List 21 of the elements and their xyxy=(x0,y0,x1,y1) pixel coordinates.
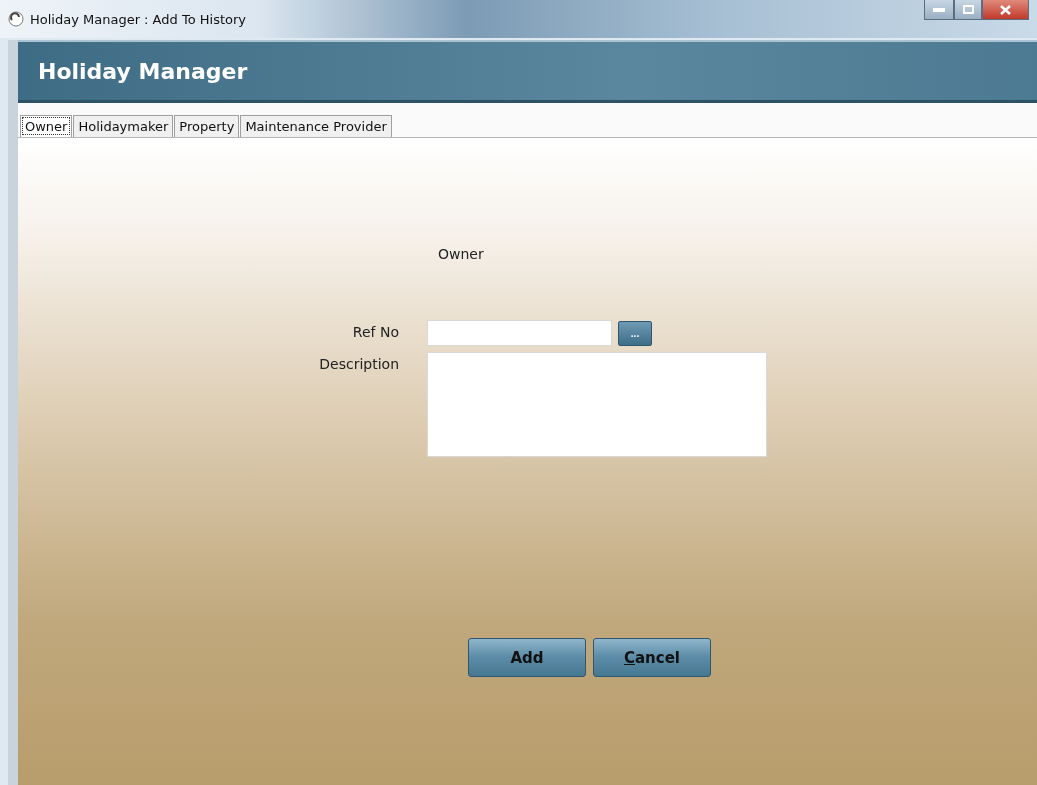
tab[interactable]: Holidaymaker xyxy=(73,115,174,137)
tab[interactable]: Owner xyxy=(20,115,73,137)
maximize-button[interactable] xyxy=(954,0,982,20)
field-label: Description xyxy=(319,355,399,374)
close-icon xyxy=(1000,4,1011,15)
section-heading: Owner xyxy=(438,246,485,262)
cancel-button[interactable]: Cancel xyxy=(593,638,711,677)
lookup-button[interactable]: ... xyxy=(618,320,652,346)
window-title: Holiday Manager : Add To History xyxy=(30,11,246,27)
tab[interactable]: Maintenance Provider xyxy=(240,115,392,137)
tab[interactable]: Property xyxy=(174,115,240,137)
app-title: Holiday Manager xyxy=(38,58,248,84)
app-icon xyxy=(8,11,24,27)
minimize-icon xyxy=(933,7,945,12)
add-button[interactable]: Add xyxy=(468,638,586,677)
field-label: Ref No xyxy=(352,323,399,342)
minimize-button[interactable] xyxy=(924,0,954,20)
description-field[interactable] xyxy=(427,352,767,457)
maximize-icon xyxy=(962,5,974,14)
close-button[interactable] xyxy=(982,0,1029,20)
ref-no-field[interactable] xyxy=(427,320,612,346)
